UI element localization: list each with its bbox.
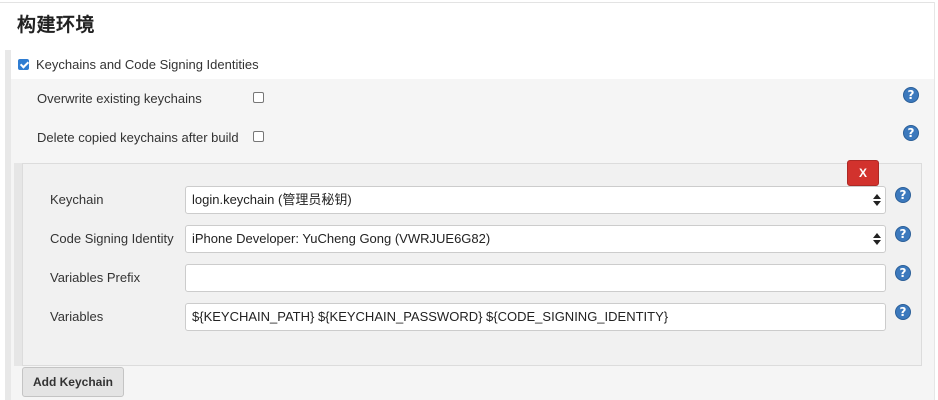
checkbox-unchecked-icon (253, 92, 264, 103)
keychain-label: Keychain (50, 192, 104, 207)
select-arrows-icon (873, 231, 881, 247)
code-signing-identity-value: iPhone Developer: YuCheng Gong (VWRJUE6G… (192, 231, 491, 246)
help-icon[interactable]: ? (895, 304, 911, 320)
select-arrows-icon (873, 192, 881, 208)
help-icon[interactable]: ? (903, 87, 919, 103)
right-divider (934, 2, 935, 400)
overwrite-keychains-label: Overwrite existing keychains (37, 91, 202, 106)
keychains-checkbox-label: Keychains and Code Signing Identities (36, 57, 259, 72)
section-title: 构建环境 (17, 15, 96, 36)
code-signing-identity-select[interactable]: iPhone Developer: YuCheng Gong (VWRJUE6G… (185, 225, 886, 253)
help-icon[interactable]: ? (895, 265, 911, 281)
overwrite-keychains-checkbox[interactable] (253, 91, 264, 106)
keychain-entry-stripe (14, 163, 22, 366)
variables-prefix-label: Variables Prefix (50, 270, 141, 285)
help-icon[interactable]: ? (895, 187, 911, 203)
add-keychain-button[interactable]: Add Keychain (22, 367, 124, 397)
delete-keychain-button[interactable]: X (847, 160, 879, 186)
variables-input[interactable]: ${KEYCHAIN_PATH} ${KEYCHAIN_PASSWORD} ${… (185, 303, 886, 331)
code-signing-identity-label: Code Signing Identity (50, 231, 174, 246)
variables-prefix-input[interactable] (185, 264, 886, 292)
keychain-select[interactable]: login.keychain (管理员秘钥) (185, 186, 886, 214)
keychain-select-value: login.keychain (管理员秘钥) (192, 192, 352, 207)
keychains-checkbox[interactable] (18, 58, 29, 73)
variables-label: Variables (50, 309, 104, 324)
top-divider (0, 2, 934, 3)
checkbox-checked-icon (18, 59, 29, 70)
keychains-section-stripe (5, 50, 11, 400)
delete-keychains-checkbox[interactable] (253, 130, 264, 145)
delete-keychains-label: Delete copied keychains after build (37, 130, 239, 145)
help-icon[interactable]: ? (903, 125, 919, 141)
help-icon[interactable]: ? (895, 226, 911, 242)
checkbox-unchecked-icon (253, 131, 264, 142)
